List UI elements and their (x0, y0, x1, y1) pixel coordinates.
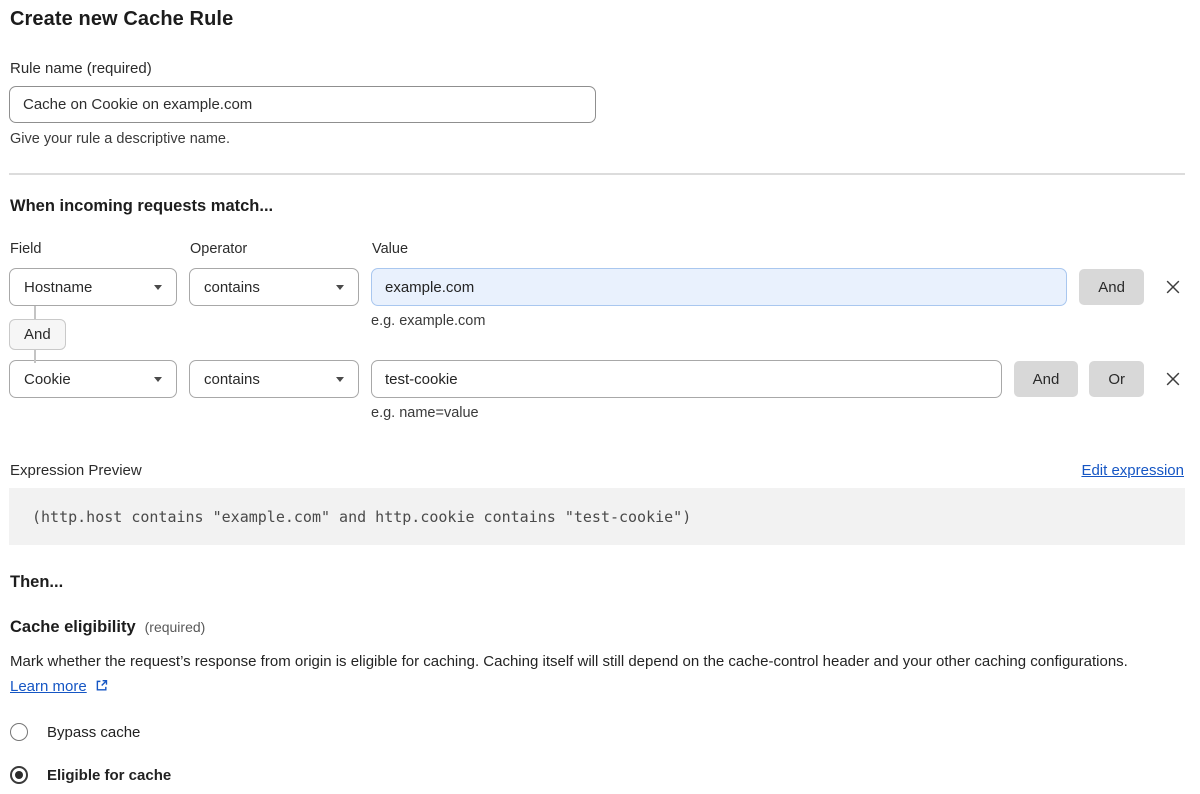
bypass-cache-option[interactable]: Bypass cache (10, 723, 1185, 741)
remove-condition-button-1[interactable] (1161, 268, 1185, 306)
condition-row-2: Cookie contains e.g. name=value And Or (9, 360, 1185, 421)
bypass-cache-label: Bypass cache (47, 724, 140, 741)
chevron-down-icon (154, 285, 162, 290)
value-hint-1: e.g. example.com (371, 313, 1067, 329)
expression-preview-label: Expression Preview (10, 462, 142, 479)
value-input-1[interactable] (371, 268, 1067, 306)
required-tag: (required) (145, 619, 206, 635)
expression-preview-code: (http.host contains "example.com" and ht… (9, 488, 1185, 545)
condition-rows: Hostname contains e.g. example.com And (9, 268, 1185, 421)
description-text: Mark whether the request’s response from… (10, 653, 1128, 670)
then-heading: Then... (10, 573, 1185, 592)
radio-selected-icon[interactable] (10, 766, 28, 784)
radio-unselected-icon[interactable] (10, 723, 28, 741)
operator-select-2-value: contains (204, 371, 260, 388)
field-select-2-value: Cookie (24, 371, 71, 388)
logic-buttons-1: And (1079, 268, 1144, 305)
connector-and-badge[interactable]: And (9, 319, 66, 350)
cache-eligibility-title: Cache eligibility (10, 618, 136, 637)
value-input-2[interactable] (371, 360, 1002, 398)
condition-connector: And (9, 306, 89, 363)
close-icon (1164, 370, 1182, 388)
eligible-for-cache-label: Eligible for cache (47, 767, 171, 784)
rule-name-label: Rule name (required) (10, 60, 1185, 77)
operator-select-2[interactable]: contains (189, 360, 359, 398)
create-cache-rule-page: Create new Cache Rule Rule name (require… (0, 0, 1200, 794)
eligible-for-cache-option[interactable]: Eligible for cache (10, 766, 1185, 784)
cache-eligibility-description: Mark whether the request’s response from… (10, 650, 1170, 699)
close-icon (1164, 278, 1182, 296)
remove-condition-button-2[interactable] (1161, 360, 1185, 398)
section-divider (9, 173, 1185, 175)
value-group-2: e.g. name=value (371, 360, 1002, 421)
operator-select-1-value: contains (204, 279, 260, 296)
value-group-1: e.g. example.com (371, 268, 1067, 329)
condition-row-1: Hostname contains e.g. example.com And (9, 268, 1185, 329)
rule-name-input[interactable] (9, 86, 596, 123)
match-heading: When incoming requests match... (10, 197, 1185, 216)
and-button-1[interactable]: And (1079, 269, 1144, 305)
value-hint-2: e.g. name=value (371, 405, 1002, 421)
operator-select-1[interactable]: contains (189, 268, 359, 306)
page-title: Create new Cache Rule (10, 8, 1185, 31)
field-select-2[interactable]: Cookie (9, 360, 177, 398)
field-select-1-value: Hostname (24, 279, 92, 296)
edit-expression-link[interactable]: Edit expression (1081, 462, 1184, 479)
external-link-icon (94, 678, 109, 693)
value-column-label: Value (372, 241, 1185, 257)
rule-name-help: Give your rule a descriptive name. (10, 131, 1185, 147)
chevron-down-icon (336, 285, 344, 290)
field-column-label: Field (10, 241, 178, 257)
operator-column-label: Operator (190, 241, 360, 257)
chevron-down-icon (154, 377, 162, 382)
and-button-2[interactable]: And (1014, 361, 1079, 397)
logic-buttons-2: And Or (1014, 360, 1144, 397)
chevron-down-icon (336, 377, 344, 382)
learn-more-link[interactable]: Learn more (10, 678, 87, 695)
or-button-2[interactable]: Or (1089, 361, 1144, 397)
expression-header: Expression Preview Edit expression (10, 462, 1184, 479)
condition-column-labels: Field Operator Value (10, 241, 1185, 257)
cache-eligibility-heading: Cache eligibility (required) (10, 618, 1185, 637)
field-select-1[interactable]: Hostname (9, 268, 177, 306)
